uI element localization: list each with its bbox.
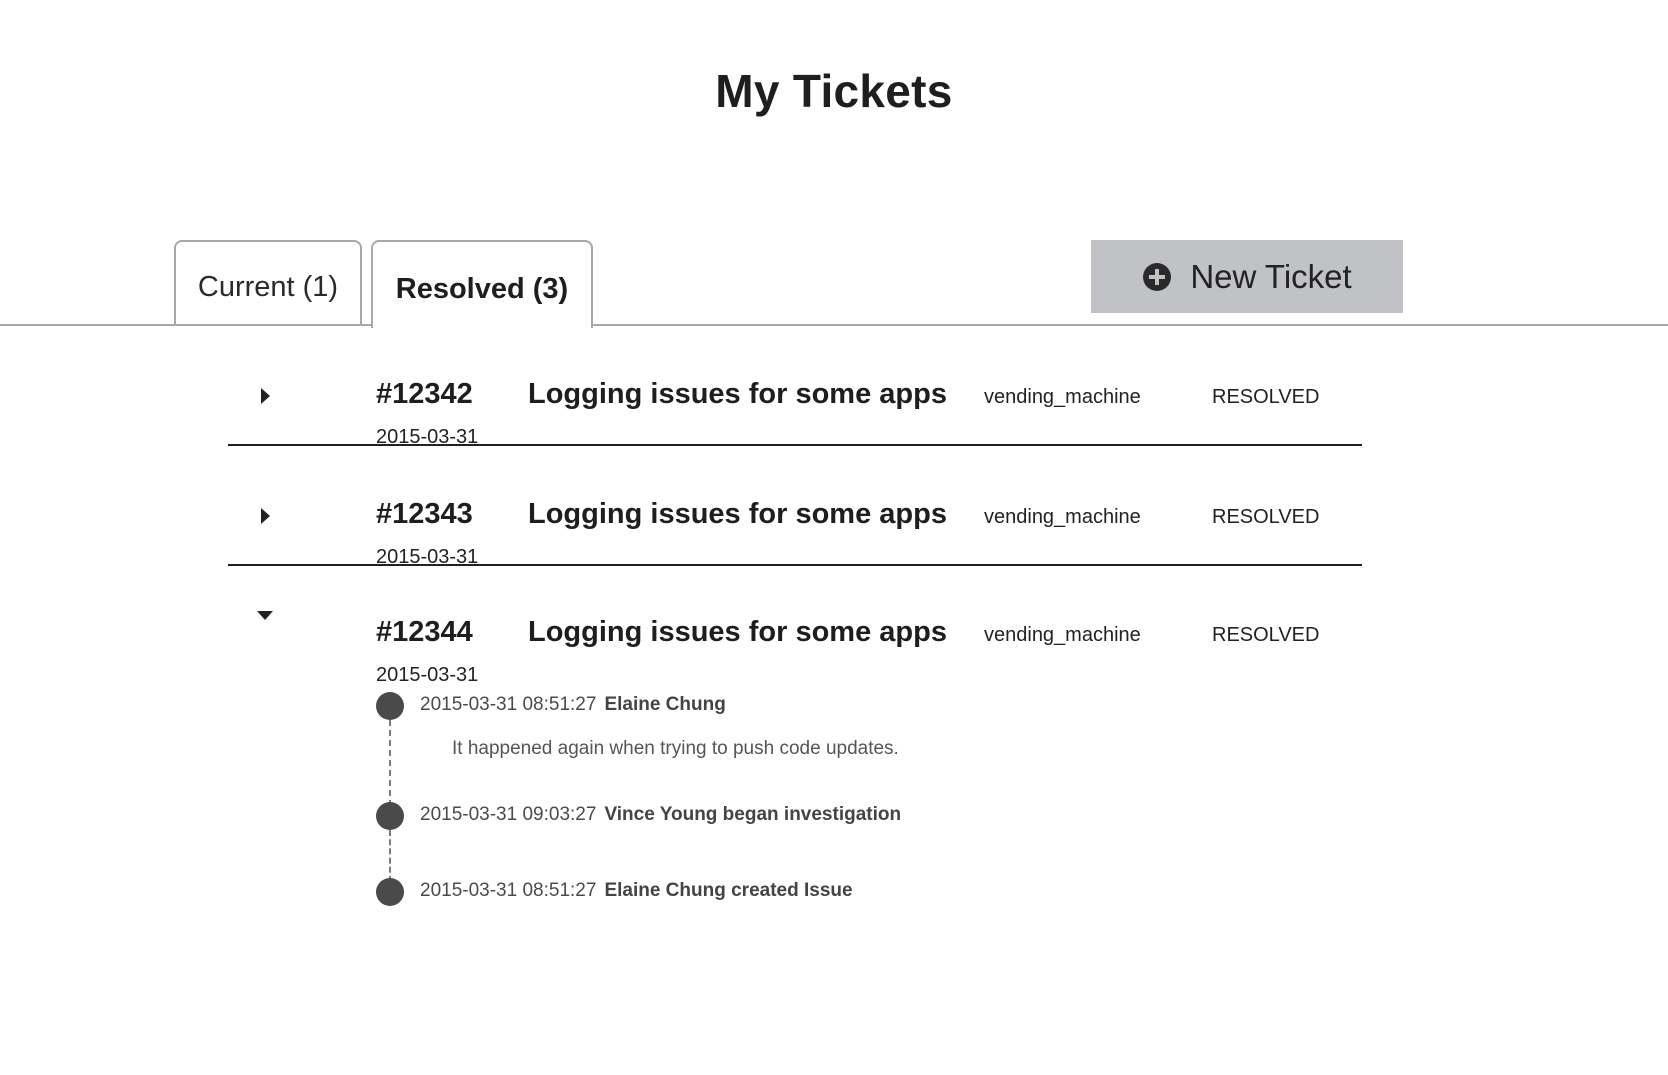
timeline-actor: Vince Young began investigation xyxy=(604,804,902,825)
timeline-comment: It happened again when trying to push co… xyxy=(452,738,899,759)
ticket-id: #12344 xyxy=(376,616,473,648)
page-title: My Tickets xyxy=(715,65,953,117)
ticket-title[interactable]: Logging issues for some apps xyxy=(528,498,947,531)
new-ticket-label: New Ticket xyxy=(1190,257,1352,295)
timeline-timestamp: 2015-03-31 08:51:27 xyxy=(420,694,597,715)
timeline-connector xyxy=(389,830,391,882)
caret-down-icon xyxy=(257,611,273,620)
timeline-entry: 2015-03-31 09:03:27 Vince Young began inv… xyxy=(420,804,901,826)
timeline-entry: 2015-03-31 08:51:27 Elaine Chung created … xyxy=(420,880,853,902)
ticket-id: #12343 xyxy=(376,498,473,530)
tab-resolved[interactable]: Resolved (3) xyxy=(371,240,593,328)
caret-right-icon xyxy=(261,388,270,404)
timeline-dot-icon xyxy=(376,878,404,906)
collapse-toggle[interactable] xyxy=(250,600,280,630)
timeline-dot-icon xyxy=(376,692,404,720)
timeline-entry: 2015-03-31 08:51:27 Elaine Chung xyxy=(420,694,726,716)
status-badge: RESOLVED xyxy=(1212,386,1320,408)
timeline-connector xyxy=(389,720,391,806)
ticket-list: #12342 2015-03-31 Logging issues for som… xyxy=(228,326,1362,986)
ticket-source: vending_machine xyxy=(984,624,1141,646)
ticket-title[interactable]: Logging issues for some apps xyxy=(528,616,947,649)
timeline-actor: Elaine Chung xyxy=(604,694,726,715)
plus-circle-icon xyxy=(1143,262,1172,291)
expand-toggle[interactable] xyxy=(250,501,280,531)
ticket-row[interactable]: #12344 2015-03-31 Logging issues for som… xyxy=(228,566,1362,986)
status-badge: RESOLVED xyxy=(1212,624,1320,646)
tab-current[interactable]: Current (1) xyxy=(174,240,362,324)
timeline-timestamp: 2015-03-31 08:51:27 xyxy=(420,880,597,901)
ticket-id: #12342 xyxy=(376,378,473,410)
ticket-title[interactable]: Logging issues for some apps xyxy=(528,378,947,411)
timeline-timestamp: 2015-03-31 09:03:27 xyxy=(420,804,597,825)
expand-toggle[interactable] xyxy=(250,381,280,411)
ticket-date: 2015-03-31 xyxy=(376,664,479,686)
ticket-source: vending_machine xyxy=(984,386,1141,408)
ticket-source: vending_machine xyxy=(984,506,1141,528)
timeline-dot-icon xyxy=(376,802,404,830)
ticket-row[interactable]: #12343 2015-03-31 Logging issues for som… xyxy=(228,446,1362,568)
timeline-actor: Elaine Chung created Issue xyxy=(604,880,853,901)
new-ticket-button[interactable]: New Ticket xyxy=(1091,240,1403,313)
caret-right-icon xyxy=(261,508,270,524)
status-badge: RESOLVED xyxy=(1212,506,1320,528)
ticket-row[interactable]: #12342 2015-03-31 Logging issues for som… xyxy=(228,326,1362,448)
